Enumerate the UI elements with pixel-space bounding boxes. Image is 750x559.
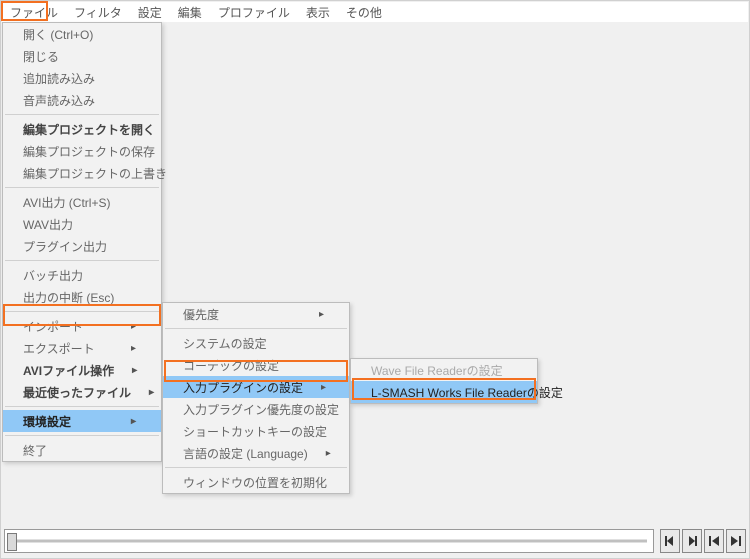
chevron-right-icon: ▸ [113,343,136,354]
menu-separator [5,406,159,407]
menu-separator [165,328,347,329]
submenu-reset-window-pos[interactable]: ウィンドウの位置を初期化 [163,471,349,493]
playback-nav [660,529,746,553]
skip-start-icon [707,534,721,548]
menu-cancel-output[interactable]: 出力の中断 (Esc) [3,286,161,308]
menu-import[interactable]: インポート▸ [3,315,161,337]
nav-next-frame-button[interactable] [682,529,702,553]
nav-prev-frame-button[interactable] [660,529,680,553]
submenu-lsmash-reader[interactable]: L-SMASH Works File Readerの設定 [351,381,537,403]
seek-bar[interactable] [4,529,654,553]
menu-exit[interactable]: 終了 [3,439,161,461]
input-plugin-submenu: Wave File Readerの設定 L-SMASH Works File R… [350,358,538,404]
menubar-item-other[interactable]: その他 [338,2,390,23]
nav-first-frame-button[interactable] [704,529,724,553]
menu-separator [165,467,347,468]
submenu-input-plugin-priority[interactable]: 入力プラグイン優先度の設定 [163,398,349,420]
submenu-input-plugin-settings[interactable]: 入力プラグインの設定▸ [163,376,349,398]
menu-preferences[interactable]: 環境設定▸ [3,410,161,432]
menubar-item-file[interactable]: ファイル [2,2,66,23]
chevron-right-icon: ▸ [301,309,324,320]
menu-separator [5,114,159,115]
submenu-language[interactable]: 言語の設定 (Language)▸ [163,442,349,464]
chevron-right-icon: ▸ [308,448,331,459]
menubar-item-edit[interactable]: 編集 [170,2,210,23]
menubar-item-view[interactable]: 表示 [298,2,338,23]
seek-track [11,540,647,543]
chevron-right-icon: ▸ [113,416,136,427]
submenu-priority[interactable]: 優先度▸ [163,303,349,325]
menu-append-load[interactable]: 追加読み込み [3,67,161,89]
nav-last-frame-button[interactable] [726,529,746,553]
step-back-icon [663,534,677,548]
submenu-system-settings[interactable]: システムの設定 [163,332,349,354]
submenu-wave-file-reader[interactable]: Wave File Readerの設定 [351,359,537,381]
menu-wav-output[interactable]: WAV出力 [3,213,161,235]
seek-thumb[interactable] [7,533,17,551]
menubar-item-filter[interactable]: フィルタ [66,2,130,23]
menu-avi-file-ops[interactable]: AVIファイル操作▸ [3,359,161,381]
chevron-right-icon: ▸ [114,365,137,376]
menu-plugin-output[interactable]: プラグイン出力 [3,235,161,257]
menu-separator [5,260,159,261]
chevron-right-icon: ▸ [113,321,136,332]
menu-close[interactable]: 閉じる [3,45,161,67]
submenu-shortcut-keys[interactable]: ショートカットキーの設定 [163,420,349,442]
menu-open-project[interactable]: 編集プロジェクトを開く [3,118,161,140]
menu-separator [5,311,159,312]
preferences-submenu: 優先度▸ システムの設定 コーデックの設定 入力プラグインの設定▸ 入力プラグイ… [162,302,350,494]
menubar-item-settings[interactable]: 設定 [130,2,170,23]
menu-overwrite-project[interactable]: 編集プロジェクトの上書き [3,162,161,184]
menu-open[interactable]: 開く (Ctrl+O) [3,23,161,45]
menu-export[interactable]: エクスポート▸ [3,337,161,359]
menu-audio-load[interactable]: 音声読み込み [3,89,161,111]
menu-avi-output[interactable]: AVI出力 (Ctrl+S) [3,191,161,213]
step-forward-icon [685,534,699,548]
submenu-codec-settings[interactable]: コーデックの設定 [163,354,349,376]
menu-batch-output[interactable]: バッチ出力 [3,264,161,286]
chevron-right-icon: ▸ [303,382,326,393]
skip-end-icon [729,534,743,548]
file-menu-dropdown: 開く (Ctrl+O) 閉じる 追加読み込み 音声読み込み 編集プロジェクトを開… [2,22,162,462]
menu-save-project[interactable]: 編集プロジェクトの保存 [3,140,161,162]
menubar: ファイル フィルタ 設定 編集 プロファイル 表示 その他 [2,2,748,22]
menu-recent-files[interactable]: 最近使ったファイル▸ [3,381,161,403]
menubar-item-profile[interactable]: プロファイル [210,2,298,23]
menu-separator [5,435,159,436]
menu-separator [5,187,159,188]
chevron-right-icon: ▸ [131,387,154,398]
